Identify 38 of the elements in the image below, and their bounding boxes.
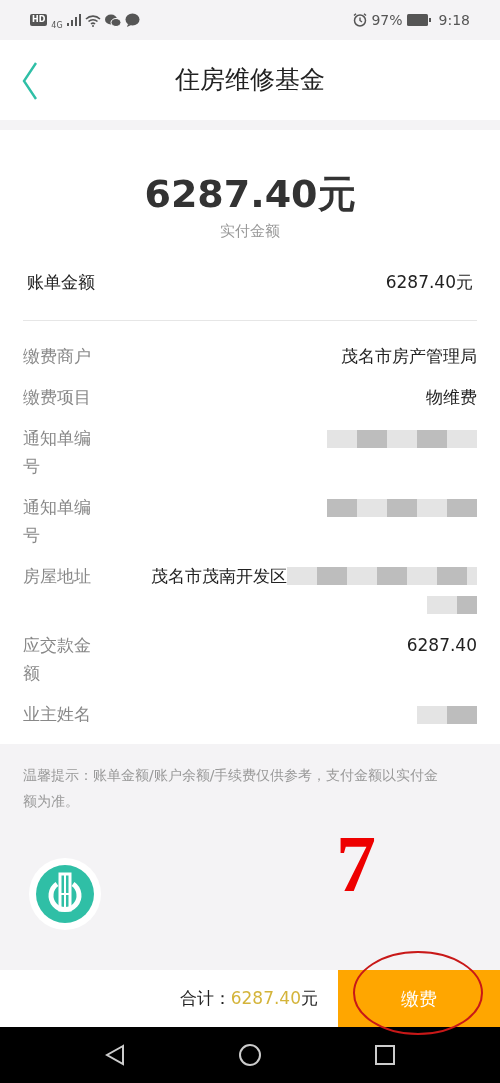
signal-icon [66,14,81,26]
alarm-clock-icon [353,13,368,27]
field-label: 通知单编号 [23,495,92,547]
field-value: 茂名市房产管理局 [341,345,477,366]
total-label: 合计： [179,986,231,1010]
field-value: 茂名市茂南开发区 [151,564,287,588]
back-icon[interactable] [105,1044,125,1066]
total-amount: 6287.40 [230,986,301,1010]
battery-icon [406,14,431,26]
chat-bubbles-icon [104,13,121,27]
speech-bubble-icon [124,13,140,27]
field-label: 缴费项目 [23,385,92,409]
field-value: 6287.40 [406,634,477,655]
redacted-value [417,705,477,724]
field-value: 6287.40元 [385,271,473,295]
currency-unit: 元 [301,986,318,1010]
home-icon[interactable] [239,1044,261,1066]
paid-amount: 6287.40元 [144,174,356,216]
annotation-number: 7 [336,823,376,904]
field-value: 物维费 [426,386,477,407]
clock-time: 9:18 [438,10,470,30]
battery-percent: 97% [371,10,403,30]
field-label: 业主姓名 [23,702,92,726]
field-label: 通知单编号 [23,426,92,478]
page-title: 住房维修基金 [175,64,325,97]
field-label: 应交款金额 [23,633,92,685]
network-badge: HD [30,14,48,26]
pay-button[interactable]: 缴费 [338,970,500,1027]
redacted-value [427,595,477,614]
field-label: 账单金额 [27,271,95,295]
field-label: 缴费商户 [23,344,92,368]
network-type-label: 4G [51,22,63,30]
recent-apps-icon[interactable] [375,1045,395,1065]
field-label: 房屋地址 [23,564,92,588]
wifi-icon [84,13,101,27]
tip-text: 温馨提示：账单金额/账户余额/手续费仅供参考，支付金额以实付金额为准。 [23,765,440,811]
paid-amount-caption: 实付金额 [219,220,281,242]
bank-logo-icon [27,855,103,932]
